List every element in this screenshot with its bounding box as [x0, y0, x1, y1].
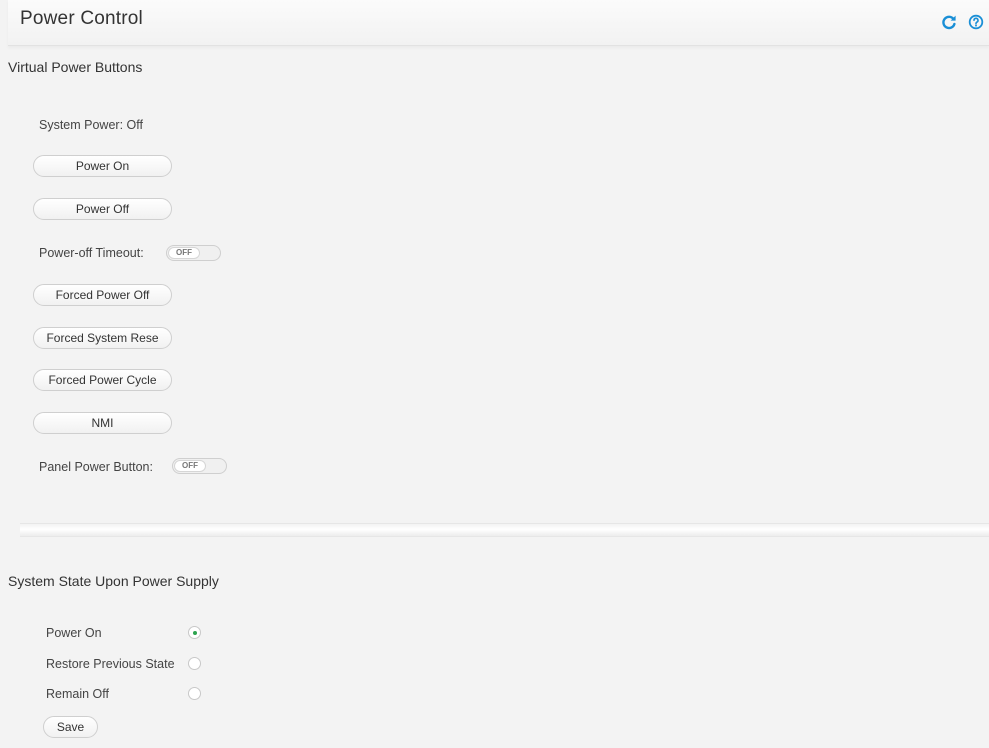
forced-power-cycle-button[interactable]: Forced Power Cycle: [33, 369, 172, 391]
power-off-timeout-state: OFF: [168, 247, 200, 259]
system-power-value: Off: [126, 118, 143, 132]
power-control-page: Power Control Virtual Power Buttons Syst…: [0, 0, 989, 748]
power-on-button[interactable]: Power On: [33, 155, 172, 177]
option-remain-off-label: Remain Off: [46, 687, 109, 701]
option-restore-previous-state-radio[interactable]: [188, 657, 201, 670]
section-divider: [20, 523, 989, 537]
power-off-timeout-label: Power-off Timeout:: [39, 246, 144, 260]
option-power-on-label: Power On: [46, 626, 102, 640]
page-title: Power Control: [20, 8, 143, 29]
panel-power-button-state: OFF: [174, 460, 206, 472]
power-supply-section-title: System State Upon Power Supply: [8, 573, 219, 589]
forced-power-off-button[interactable]: Forced Power Off: [33, 284, 172, 306]
forced-system-reset-button[interactable]: Forced System Rese: [33, 327, 172, 349]
option-remain-off-radio[interactable]: [188, 687, 201, 700]
refresh-icon[interactable]: [941, 14, 957, 30]
nmi-button[interactable]: NMI: [33, 412, 172, 434]
system-power-label: System Power:: [39, 118, 124, 132]
page-header: Power Control: [8, 0, 989, 46]
option-restore-previous-state-label: Restore Previous State: [46, 657, 175, 671]
power-off-button[interactable]: Power Off: [33, 198, 172, 220]
power-off-timeout-toggle[interactable]: OFF: [166, 245, 221, 261]
panel-power-button-toggle[interactable]: OFF: [172, 458, 227, 474]
panel-power-button-label: Panel Power Button:: [39, 460, 153, 474]
help-icon[interactable]: [968, 14, 984, 30]
system-power-status: System Power: Off: [39, 118, 143, 132]
option-power-on-radio[interactable]: [188, 626, 201, 639]
save-button[interactable]: Save: [43, 716, 98, 738]
virtual-power-section-title: Virtual Power Buttons: [8, 59, 143, 75]
